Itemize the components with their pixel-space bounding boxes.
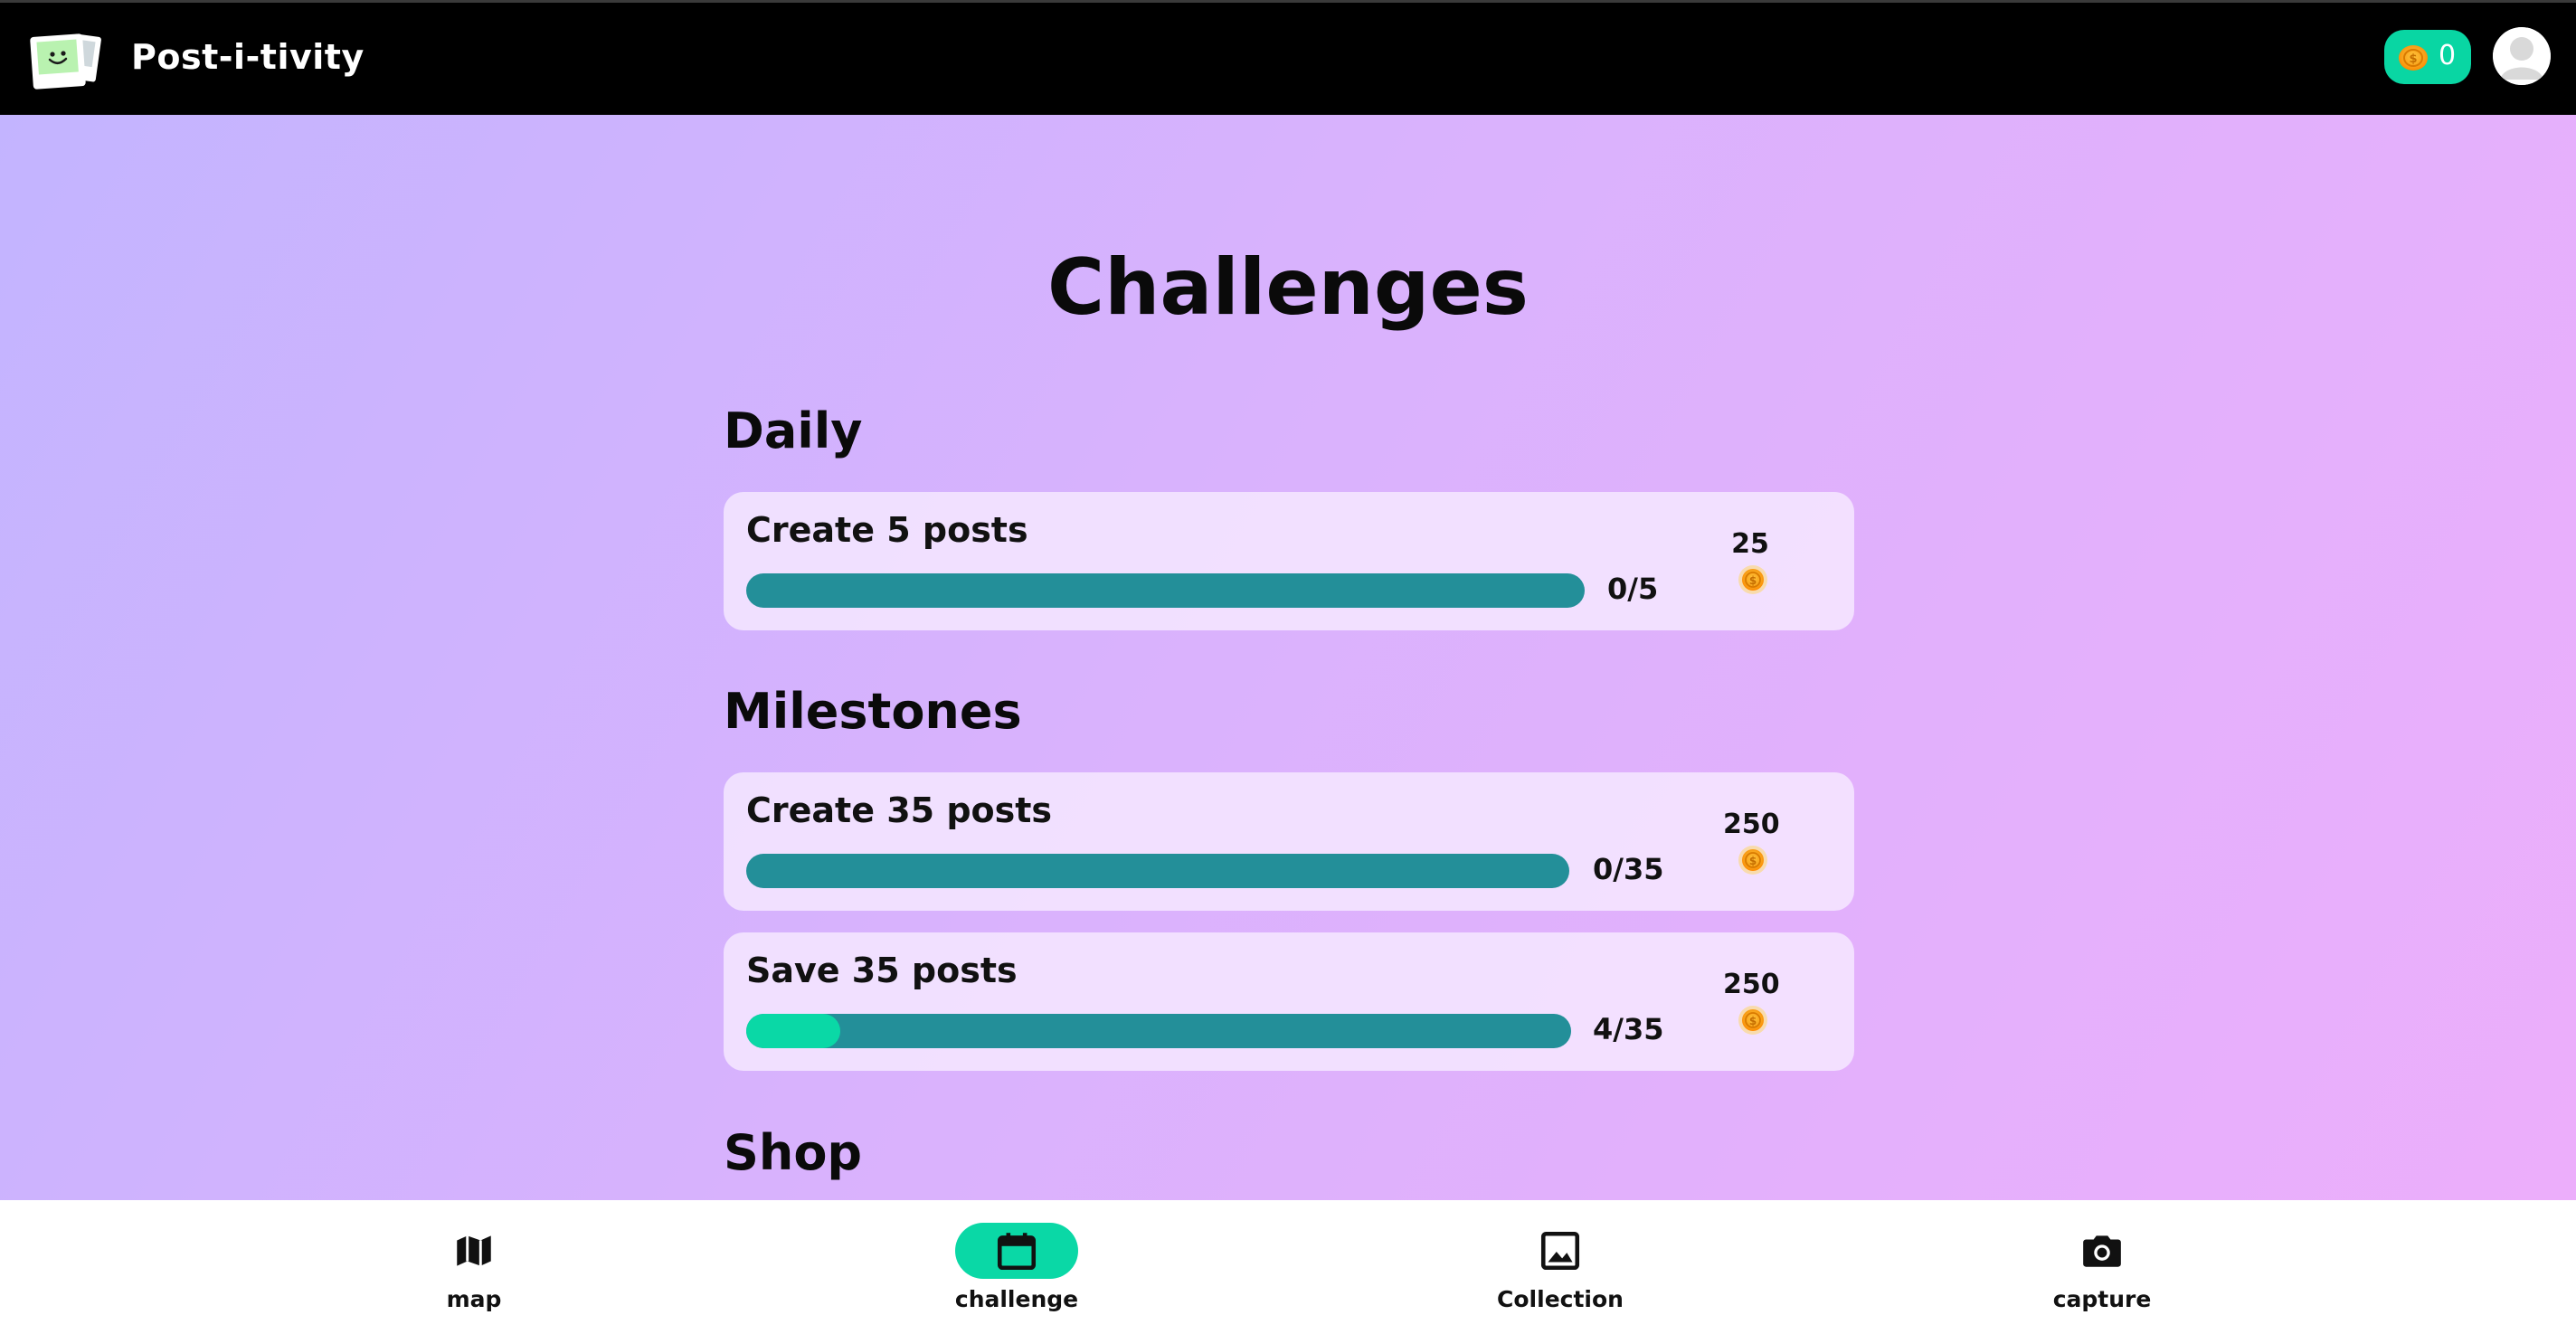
map-icon (457, 1235, 491, 1266)
progress-text: 0/5 (1607, 572, 1659, 606)
svg-text:$: $ (1749, 574, 1757, 587)
calendar-icon (997, 1233, 1037, 1271)
page-title: Challenges (1047, 242, 1529, 333)
camera-icon (2083, 1235, 2121, 1267)
coin-icon: $ (1737, 564, 1769, 599)
reward-amount: 250 (1723, 809, 1780, 840)
nav-label: map (446, 1286, 502, 1312)
nav-label: Collection (1497, 1286, 1624, 1312)
user-avatar-icon[interactable] (2493, 27, 2551, 85)
progress-bar (746, 573, 1585, 608)
progress-bar (746, 854, 1569, 888)
nav-label: challenge (954, 1286, 1079, 1312)
nav-label: capture (2052, 1286, 2152, 1312)
challenge-card-daily-create-5-posts: Create 5 posts 0/5 25 $ (724, 492, 1854, 630)
nav-icon-container (412, 1223, 535, 1279)
coin-icon: $ (1737, 845, 1769, 879)
reward-amount: 25 (1731, 528, 1769, 560)
challenge-title: Create 35 posts (746, 790, 1053, 830)
challenge-card-create-35-posts: Create 35 posts 0/35 250 $ (724, 772, 1854, 911)
section-title-shop: Shop (724, 1124, 863, 1181)
app-title: Post-i-tivity (131, 37, 365, 77)
coin-balance-badge[interactable]: $ 0 (2384, 30, 2471, 84)
coin-icon: $ (1737, 1005, 1769, 1039)
nav-icon-container-active (955, 1223, 1078, 1279)
reward-amount: 250 (1723, 969, 1780, 1000)
nav-item-map[interactable]: map (365, 1200, 582, 1334)
bottom-navigation-bar: map challenge Collection capture (0, 1200, 2576, 1334)
progress-bar-fill (746, 1014, 840, 1048)
coin-icon: $ (2397, 44, 2429, 75)
svg-text:$: $ (1749, 855, 1757, 867)
section-title-milestones: Milestones (724, 683, 1022, 740)
coin-count: 0 (2439, 40, 2457, 71)
nav-icon-container (2041, 1223, 2164, 1279)
svg-text:$: $ (2409, 52, 2417, 66)
nav-item-collection[interactable]: Collection (1452, 1200, 1669, 1334)
progress-bar (746, 1014, 1571, 1048)
svg-text:$: $ (1749, 1015, 1757, 1027)
section-title-daily: Daily (724, 402, 863, 459)
nav-icon-container (1499, 1223, 1622, 1279)
image-icon (1540, 1231, 1580, 1271)
challenge-title: Create 5 posts (746, 510, 1028, 550)
polaroid-smiley-logo-icon[interactable] (30, 30, 104, 91)
nav-item-challenge[interactable]: challenge (908, 1200, 1125, 1334)
challenge-card-save-35-posts: Save 35 posts 4/35 250 $ (724, 932, 1854, 1071)
progress-text: 0/35 (1593, 852, 1664, 886)
nav-item-capture[interactable]: capture (1994, 1200, 2211, 1334)
top-app-bar: Post-i-tivity $ 0 (0, 0, 2576, 115)
challenge-title: Save 35 posts (746, 951, 1018, 990)
progress-text: 4/35 (1593, 1012, 1664, 1046)
